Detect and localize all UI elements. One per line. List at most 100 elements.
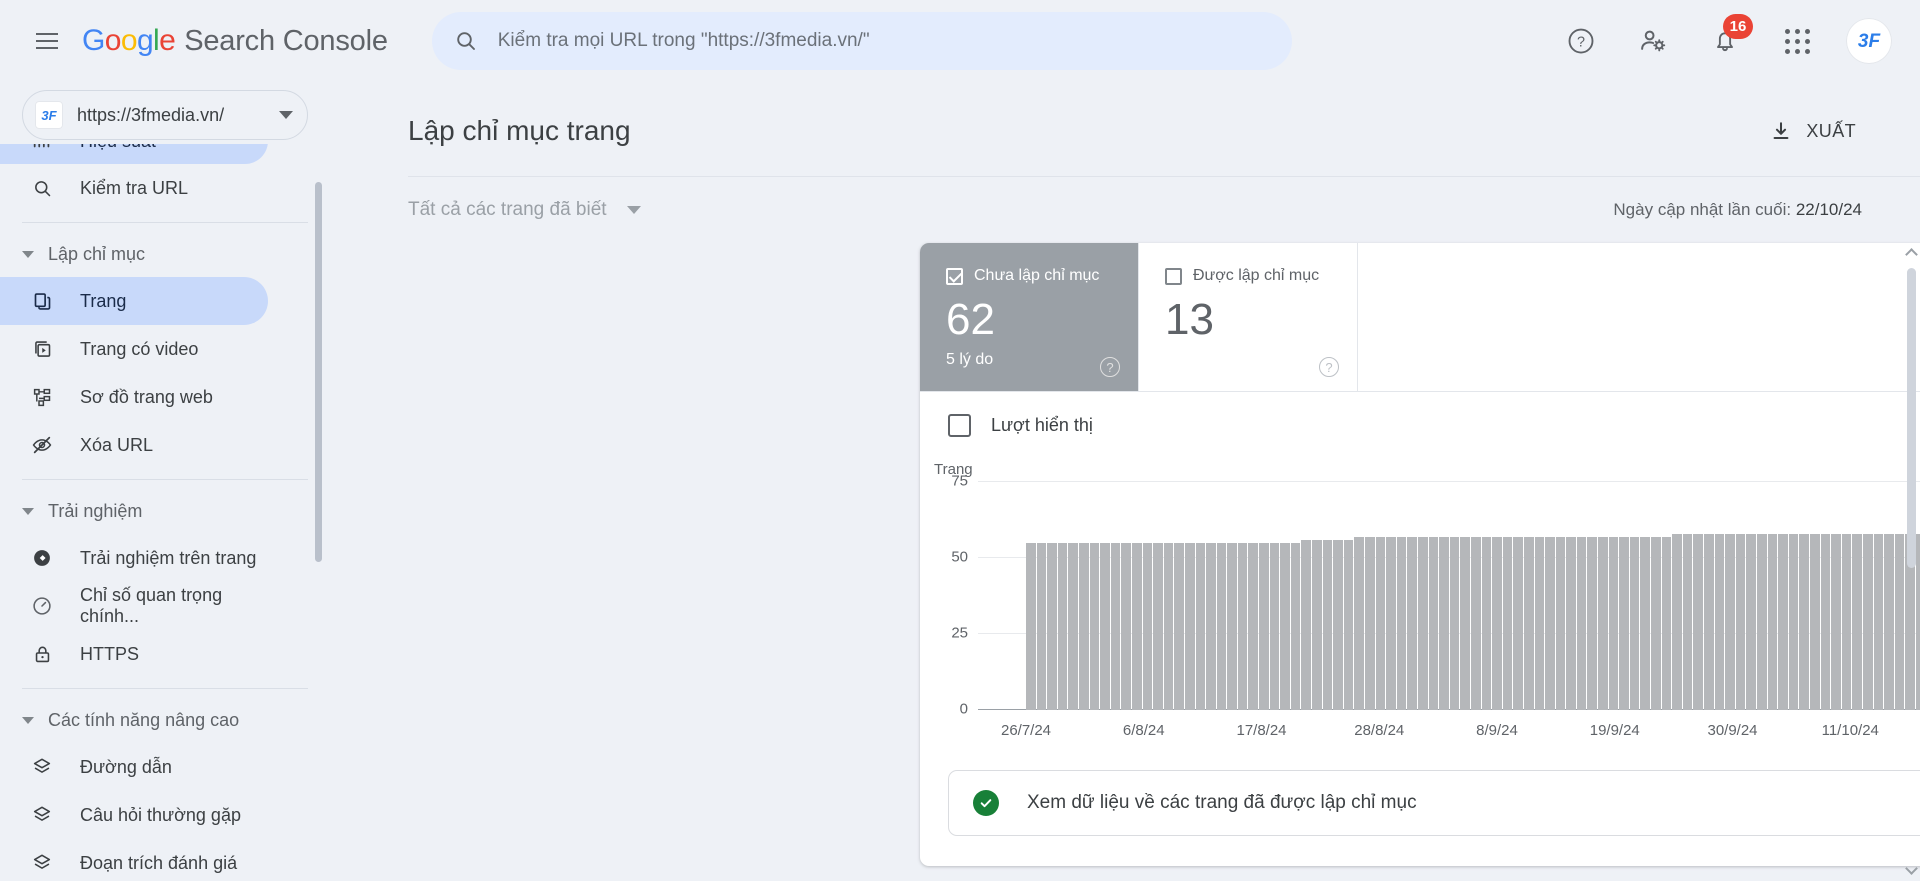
chart-bar[interactable] xyxy=(1047,543,1057,711)
chart-bar[interactable] xyxy=(1269,543,1280,711)
chart-bar[interactable] xyxy=(1534,536,1545,711)
metric-not-indexed[interactable]: Chưa lập chỉ mục 62 5 lý do ? xyxy=(920,243,1139,392)
sidebar-item-core-web-vitals[interactable]: Chỉ số quan trọng chính... xyxy=(0,582,268,630)
chart-bar[interactable] xyxy=(1078,543,1089,711)
metric-checkbox[interactable] xyxy=(1165,267,1182,285)
chart-bar[interactable] xyxy=(1725,533,1735,711)
chart-bar[interactable] xyxy=(1417,536,1428,711)
chart-bar[interactable] xyxy=(1661,536,1672,711)
indexed-pages-banner[interactable]: Xem dữ liệu về các trang đã được lập chỉ… xyxy=(948,770,1920,837)
chart-bar[interactable] xyxy=(1290,543,1301,711)
chart-bar[interactable] xyxy=(1354,536,1364,711)
chart-bar[interactable] xyxy=(1163,543,1174,711)
sidebar-group-enhancements[interactable]: Các tính năng nâng cao xyxy=(0,697,330,743)
chart-bar[interactable] xyxy=(1894,533,1905,711)
chart-bar[interactable] xyxy=(1301,539,1312,711)
chart-bar[interactable] xyxy=(1227,543,1237,711)
chart-bar[interactable] xyxy=(1312,539,1322,711)
chart-bar[interactable] xyxy=(1470,536,1481,711)
sidebar-item-faq[interactable]: Câu hỏi thường gặp xyxy=(0,791,268,839)
chart-bar[interactable] xyxy=(1884,533,1894,711)
url-inspection-search[interactable] xyxy=(431,12,1292,70)
help-circle-icon[interactable]: ? xyxy=(1319,357,1339,378)
chart-bar[interactable] xyxy=(1746,533,1756,711)
chart-bar[interactable] xyxy=(1428,536,1439,711)
chart-bar[interactable] xyxy=(1587,536,1598,711)
chart-bar[interactable] xyxy=(1831,533,1841,711)
chart-bar[interactable] xyxy=(1248,543,1259,711)
impressions-toggle[interactable]: Lượt hiển thị xyxy=(920,392,1920,447)
chart-bar[interactable] xyxy=(1460,536,1470,711)
chart-bar[interactable] xyxy=(1386,536,1396,711)
chart-bar[interactable] xyxy=(1142,543,1153,711)
sidebar-item-performance[interactable]: Hiệu suất xyxy=(0,144,268,164)
chart-bar[interactable] xyxy=(1206,543,1216,711)
chart-bar[interactable] xyxy=(1439,536,1449,711)
sidebar-group-indexing[interactable]: Lập chỉ mục xyxy=(0,231,330,277)
chart-bar[interactable] xyxy=(1523,536,1534,711)
chart-bar[interactable] xyxy=(1026,543,1036,711)
chart-bar[interactable] xyxy=(1873,533,1884,711)
brand-logo[interactable]: Google Search Console xyxy=(82,24,388,58)
chart-bar[interactable] xyxy=(1693,533,1703,711)
chart-bar[interactable] xyxy=(1767,533,1778,711)
sidebar-scrollbar[interactable] xyxy=(315,182,322,562)
chart-bar[interactable] xyxy=(1375,536,1386,711)
chart-bar[interactable] xyxy=(1407,536,1417,711)
chart-bar[interactable] xyxy=(1068,543,1078,711)
chart-bar[interactable] xyxy=(1195,543,1206,711)
main-menu-icon[interactable] xyxy=(24,18,70,64)
chart-bar[interactable] xyxy=(1513,536,1523,711)
page-filter-dropdown[interactable]: Tất cả các trang đã biết xyxy=(408,199,641,221)
chart-bar[interactable] xyxy=(1089,543,1100,711)
main-scrollbar-thumb[interactable] xyxy=(1907,268,1916,568)
chart-bar[interactable] xyxy=(1820,533,1831,711)
sidebar-item-removals[interactable]: Xóa URL xyxy=(0,421,268,469)
chart-bar[interactable] xyxy=(1862,533,1873,711)
chart-bar[interactable] xyxy=(1216,543,1227,711)
chart-bar[interactable] xyxy=(1672,533,1682,711)
chart-bar[interactable] xyxy=(1704,533,1714,711)
chart-bar[interactable] xyxy=(1545,536,1555,711)
chart-bar[interactable] xyxy=(1110,543,1121,711)
export-button[interactable]: XUẤT xyxy=(1764,112,1862,150)
help-icon[interactable]: ? xyxy=(1558,18,1604,64)
chart-bar[interactable] xyxy=(1735,533,1746,711)
avatar[interactable]: 3F xyxy=(1846,18,1892,64)
chart-bar[interactable] xyxy=(1799,533,1809,711)
sidebar-group-experience[interactable]: Trải nghiệm xyxy=(0,488,330,534)
sidebar-item-video-pages[interactable]: Trang có video xyxy=(0,325,268,373)
chart-bar[interactable] xyxy=(1343,539,1354,711)
chart-bar[interactable] xyxy=(1036,543,1047,711)
chart-bar[interactable] xyxy=(1396,536,1407,711)
help-circle-icon[interactable]: ? xyxy=(1100,357,1120,378)
sidebar-item-breadcrumbs[interactable]: Đường dẫn xyxy=(0,743,268,791)
chart-bar[interactable] xyxy=(1566,536,1576,711)
chart-bar[interactable] xyxy=(1280,543,1290,711)
chart-bar[interactable] xyxy=(1915,533,1920,711)
chart-bar[interactable] xyxy=(1153,543,1163,711)
chart-bar[interactable] xyxy=(1682,533,1693,711)
property-selector[interactable]: 3F https://3fmedia.vn/ xyxy=(22,90,308,140)
chart-bar[interactable] xyxy=(1365,536,1375,711)
chart-bar[interactable] xyxy=(1841,533,1852,711)
impressions-checkbox[interactable] xyxy=(948,414,971,438)
chart-bar[interactable] xyxy=(1131,543,1142,711)
sidebar-item-pages[interactable]: Trang xyxy=(0,277,268,325)
chart-bar[interactable] xyxy=(1492,536,1502,711)
chart-bar[interactable] xyxy=(1619,536,1629,711)
chart-bar[interactable] xyxy=(1449,536,1460,711)
chart-bar[interactable] xyxy=(1121,543,1131,711)
metric-indexed[interactable]: Được lập chỉ mục 13 ? xyxy=(1139,243,1358,392)
chart-bar[interactable] xyxy=(1237,543,1248,711)
sidebar-item-https[interactable]: HTTPS xyxy=(0,630,268,678)
chart-bar[interactable] xyxy=(1608,536,1619,711)
apps-grid-icon[interactable] xyxy=(1774,18,1820,64)
chart-bar[interactable] xyxy=(1576,536,1587,711)
chart-bar[interactable] xyxy=(1057,543,1068,711)
chart-bar[interactable] xyxy=(1481,536,1492,711)
sidebar-item-review-snippets[interactable]: Đoạn trích đánh giá xyxy=(0,839,268,881)
chart-bar[interactable] xyxy=(1100,543,1110,711)
chart-bar[interactable] xyxy=(1555,536,1566,711)
search-input[interactable] xyxy=(497,30,1270,52)
